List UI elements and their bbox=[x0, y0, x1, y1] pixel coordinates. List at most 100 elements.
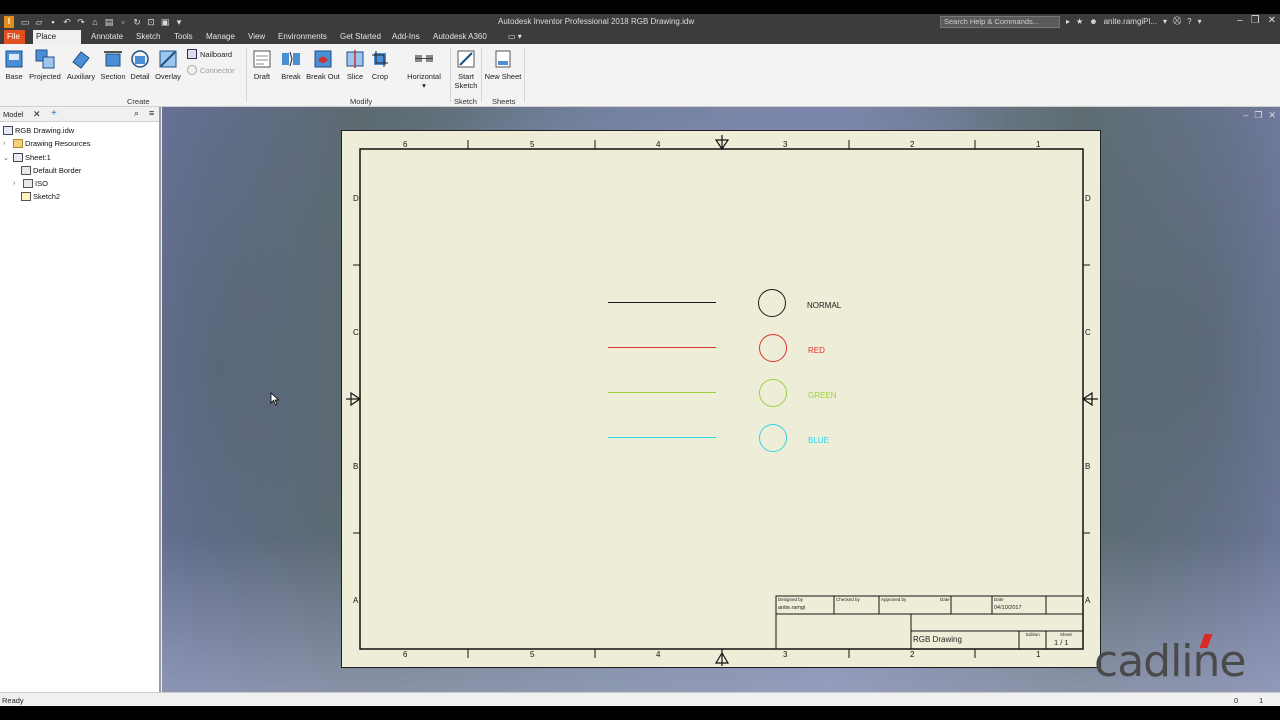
draft-view-button[interactable]: Draft bbox=[251, 48, 273, 81]
tree-item-drawing-resources[interactable]: › Drawing Resources bbox=[3, 139, 90, 148]
expand-icon[interactable]: › bbox=[13, 180, 21, 187]
qat-more-icon[interactable]: ▾ bbox=[174, 17, 184, 27]
tree-item-sheet-1[interactable]: ⌄ Sheet:1 bbox=[3, 153, 51, 162]
nailboard-label: Nailboard bbox=[200, 49, 233, 59]
measure-icon[interactable]: ⊡ bbox=[146, 17, 156, 27]
section-view-button[interactable]: Section bbox=[100, 48, 126, 81]
inventor-logo-icon[interactable]: I bbox=[4, 16, 14, 28]
tab-get-started[interactable]: Get Started bbox=[337, 30, 384, 44]
break-button[interactable]: Break bbox=[280, 48, 302, 81]
ribbon-separator bbox=[481, 48, 482, 102]
user-account[interactable]: anite.ramgiPl... bbox=[1104, 17, 1157, 26]
sheet-border bbox=[359, 148, 1084, 650]
sample-circle-blue[interactable] bbox=[759, 424, 787, 452]
start-sketch-button[interactable]: Start Sketch bbox=[453, 48, 479, 90]
tree-item-iso[interactable]: › ISO bbox=[13, 179, 48, 188]
save-icon[interactable]: ▪ bbox=[48, 17, 58, 27]
browser-add-icon[interactable]: + bbox=[51, 108, 57, 119]
tab-sketch[interactable]: Sketch bbox=[133, 30, 163, 44]
user-icon[interactable]: ☻ bbox=[1089, 17, 1097, 26]
doc-minimize-icon[interactable]: – bbox=[1243, 110, 1248, 121]
tab-manage[interactable]: Manage bbox=[203, 30, 238, 44]
auxiliary-view-button[interactable]: Auxiliary bbox=[65, 48, 97, 81]
sample-label-red[interactable]: RED bbox=[808, 346, 825, 355]
sample-label-blue[interactable]: BLUE bbox=[808, 436, 829, 445]
projected-view-button[interactable]: Projected bbox=[28, 48, 62, 81]
sample-line-normal[interactable] bbox=[608, 302, 716, 303]
sample-line-red[interactable] bbox=[608, 347, 716, 348]
sample-circle-red[interactable] bbox=[759, 334, 787, 362]
title-bar-right-tools: ▸ ★ ☻ anite.ramgiPl... ▾ ⛒ ? ▾ bbox=[1066, 16, 1202, 26]
sample-label-normal[interactable]: NORMAL bbox=[807, 301, 841, 310]
overlay-view-button[interactable]: Overlay bbox=[154, 48, 182, 81]
tree-item-default-border[interactable]: Default Border bbox=[21, 166, 81, 175]
undo-icon[interactable]: ↶ bbox=[62, 17, 72, 27]
redo-icon[interactable]: ↷ bbox=[76, 17, 86, 27]
tab-file[interactable]: File bbox=[4, 30, 25, 44]
browser-close-icon[interactable]: ✕ bbox=[33, 109, 41, 120]
tab-annotate[interactable]: Annotate bbox=[88, 30, 126, 44]
new-sheet-button[interactable]: New Sheet bbox=[484, 48, 522, 81]
horizontal-align-button[interactable]: Horizontal ▾ bbox=[404, 48, 444, 90]
designed-by-value: anite.ramgi bbox=[778, 605, 806, 611]
graphics-canvas[interactable]: – ❐ ✕ Designed by anite.ramgi Checked by… bbox=[162, 107, 1280, 692]
doc-restore-icon[interactable]: ❐ bbox=[1254, 110, 1262, 121]
open-file-icon[interactable]: ▱ bbox=[34, 17, 44, 27]
minimize-icon[interactable]: – bbox=[1237, 15, 1243, 26]
sample-line-blue[interactable] bbox=[608, 437, 716, 438]
zone-row-label: B bbox=[353, 462, 359, 471]
status-count-occurrences: 0 bbox=[1234, 696, 1239, 705]
base-view-button[interactable]: Base bbox=[3, 48, 25, 81]
crop-button[interactable]: Crop bbox=[369, 48, 391, 81]
modify-group-label: Modify bbox=[350, 97, 373, 106]
zone-column-label: 4 bbox=[656, 140, 661, 149]
sample-circle-green[interactable] bbox=[759, 379, 787, 407]
cart-icon[interactable]: ⛒ bbox=[1173, 16, 1181, 26]
home-icon[interactable]: ⌂ bbox=[90, 17, 100, 27]
create-group-label: Create bbox=[127, 97, 150, 106]
nailboard-button[interactable]: Nailboard bbox=[187, 49, 232, 59]
tab-environments[interactable]: Environments bbox=[275, 30, 330, 44]
sample-line-green[interactable] bbox=[608, 392, 716, 393]
drawing-sheet[interactable]: Designed by anite.ramgi Checked by Appro… bbox=[341, 130, 1101, 668]
slice-button[interactable]: Slice bbox=[344, 48, 366, 81]
break-out-button[interactable]: Break Out bbox=[305, 48, 341, 81]
ribbon-display-options-icon[interactable]: ▭ ▾ bbox=[505, 30, 525, 44]
draft-view-label: Draft bbox=[253, 72, 271, 81]
update-icon[interactable]: ↻ bbox=[132, 17, 142, 27]
close-icon[interactable]: ✕ bbox=[1268, 15, 1276, 26]
help-search-input[interactable]: Search Help & Commands... bbox=[940, 16, 1060, 28]
user-chevron-down-icon[interactable]: ▾ bbox=[1163, 17, 1167, 26]
select-icon[interactable]: ▫ bbox=[118, 17, 128, 27]
zone-column-label: 3 bbox=[783, 650, 788, 659]
doc-close-icon[interactable]: ✕ bbox=[1268, 110, 1276, 121]
break-out-icon bbox=[314, 50, 332, 68]
print-icon[interactable]: ▤ bbox=[104, 17, 114, 27]
connector-button[interactable]: Connector bbox=[187, 65, 235, 75]
help-chevron-down-icon[interactable]: ▾ bbox=[1198, 17, 1202, 26]
tree-item-drawing[interactable]: RGB Drawing.idw bbox=[3, 126, 74, 135]
tree-item-sketch2[interactable]: Sketch2 bbox=[21, 192, 60, 201]
search-go-icon[interactable]: ▸ bbox=[1066, 17, 1070, 26]
collapse-icon[interactable]: ⌄ bbox=[3, 154, 11, 162]
browser-menu-icon[interactable]: ≡ bbox=[149, 108, 154, 118]
expand-icon[interactable]: › bbox=[3, 140, 11, 147]
tab-view[interactable]: View bbox=[245, 30, 268, 44]
properties-icon[interactable]: ▣ bbox=[160, 17, 170, 27]
browser-search-icon[interactable]: ⌕ bbox=[134, 108, 139, 119]
tab-place-views[interactable]: Place Views bbox=[33, 30, 81, 55]
help-icon[interactable]: ? bbox=[1187, 17, 1191, 26]
new-file-icon[interactable]: ▭ bbox=[20, 17, 30, 27]
new-sheet-icon bbox=[495, 50, 511, 68]
tab-autodesk-a360[interactable]: Autodesk A360 bbox=[430, 30, 490, 44]
browser-tab-model[interactable]: Model bbox=[3, 110, 23, 119]
sample-label-green[interactable]: GREEN bbox=[808, 391, 836, 400]
favorites-star-icon[interactable]: ★ bbox=[1076, 17, 1083, 26]
detail-view-button[interactable]: Detail bbox=[129, 48, 151, 81]
sample-circle-normal[interactable] bbox=[758, 289, 786, 317]
base-view-label: Base bbox=[5, 72, 23, 81]
tab-tools[interactable]: Tools bbox=[171, 30, 196, 44]
restore-icon[interactable]: ❐ bbox=[1251, 15, 1260, 26]
overlay-view-label: Overlay bbox=[155, 72, 181, 81]
tab-add-ins[interactable]: Add-Ins bbox=[389, 30, 423, 44]
